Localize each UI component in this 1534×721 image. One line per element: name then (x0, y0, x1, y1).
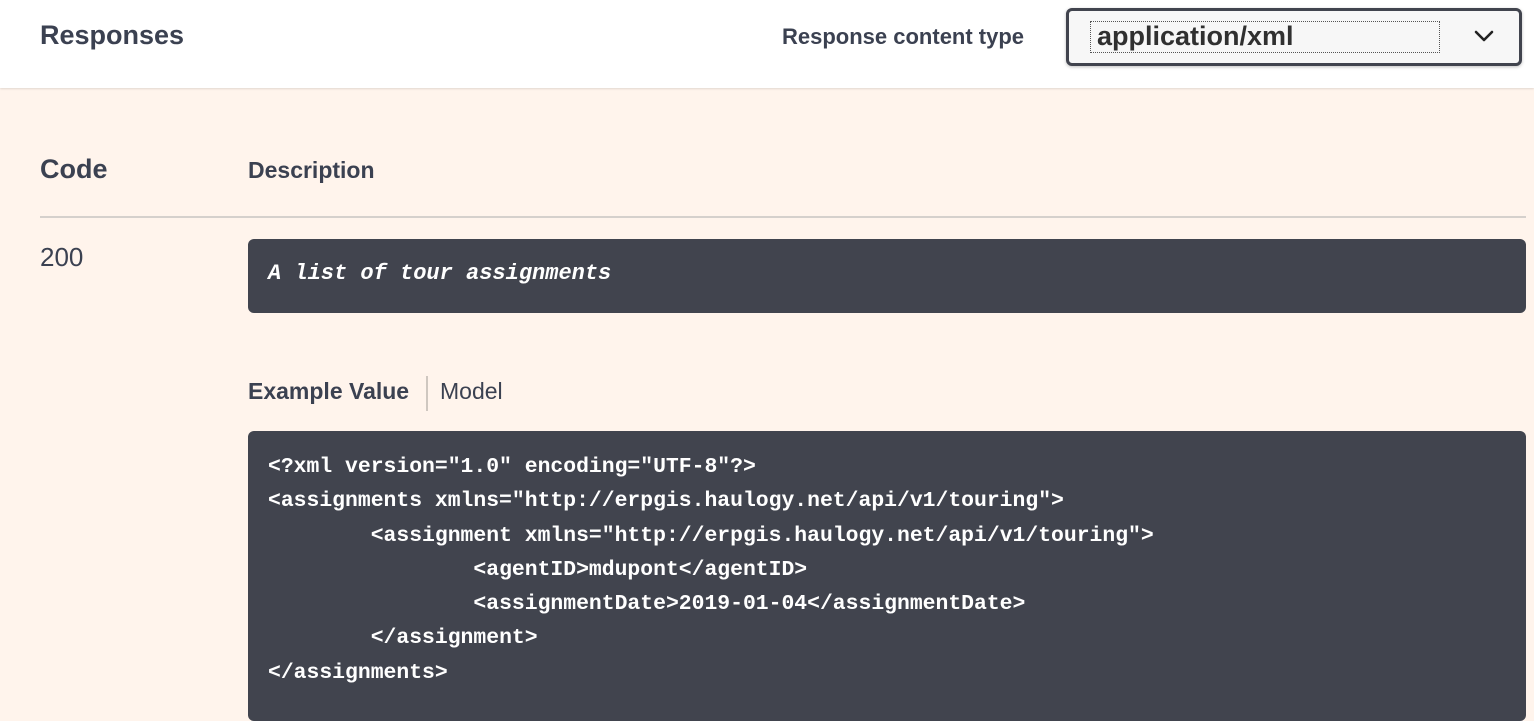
table-header-divider (40, 216, 1526, 218)
code-line: </assignments> (268, 660, 448, 685)
column-header-code: Code (40, 154, 108, 184)
code-line: </assignment> (268, 626, 538, 651)
column-header-description: Description (248, 157, 375, 183)
code-line: <agentID>mdupont</agentID> (268, 557, 808, 582)
tab-model[interactable]: Model (440, 378, 503, 405)
response-description-box: A list of tour assignments (248, 239, 1526, 313)
responses-title: Responses (40, 20, 185, 50)
chevron-down-icon (1474, 30, 1494, 42)
tab-separator (426, 376, 428, 411)
tab-example-value[interactable]: Example Value (248, 378, 409, 405)
responses-header: Responses Response content type applicat… (0, 0, 1534, 88)
select-current-value: application/xml (1090, 21, 1440, 53)
example-value-code-block[interactable]: <?xml version="1.0" encoding="UTF-8"?> <… (248, 431, 1526, 721)
code-line: <assignments xmlns="http://erpgis.haulog… (268, 489, 1064, 514)
example-code-lines: <?xml version="1.0" encoding="UTF-8"?> <… (268, 450, 1154, 690)
code-line: <?xml version="1.0" encoding="UTF-8"?> (268, 455, 756, 479)
code-line: <assignment xmlns="http://erpgis.haulogy… (268, 523, 1154, 548)
response-content-type-label: Response content type (782, 24, 1025, 49)
response-status-code: 200 (40, 242, 84, 272)
response-content-type-select[interactable]: application/xml (1066, 8, 1522, 66)
code-line: <assignmentDate>2019-01-04</assignmentDa… (268, 592, 1026, 617)
response-description-text: A list of tour assignments (268, 261, 612, 286)
